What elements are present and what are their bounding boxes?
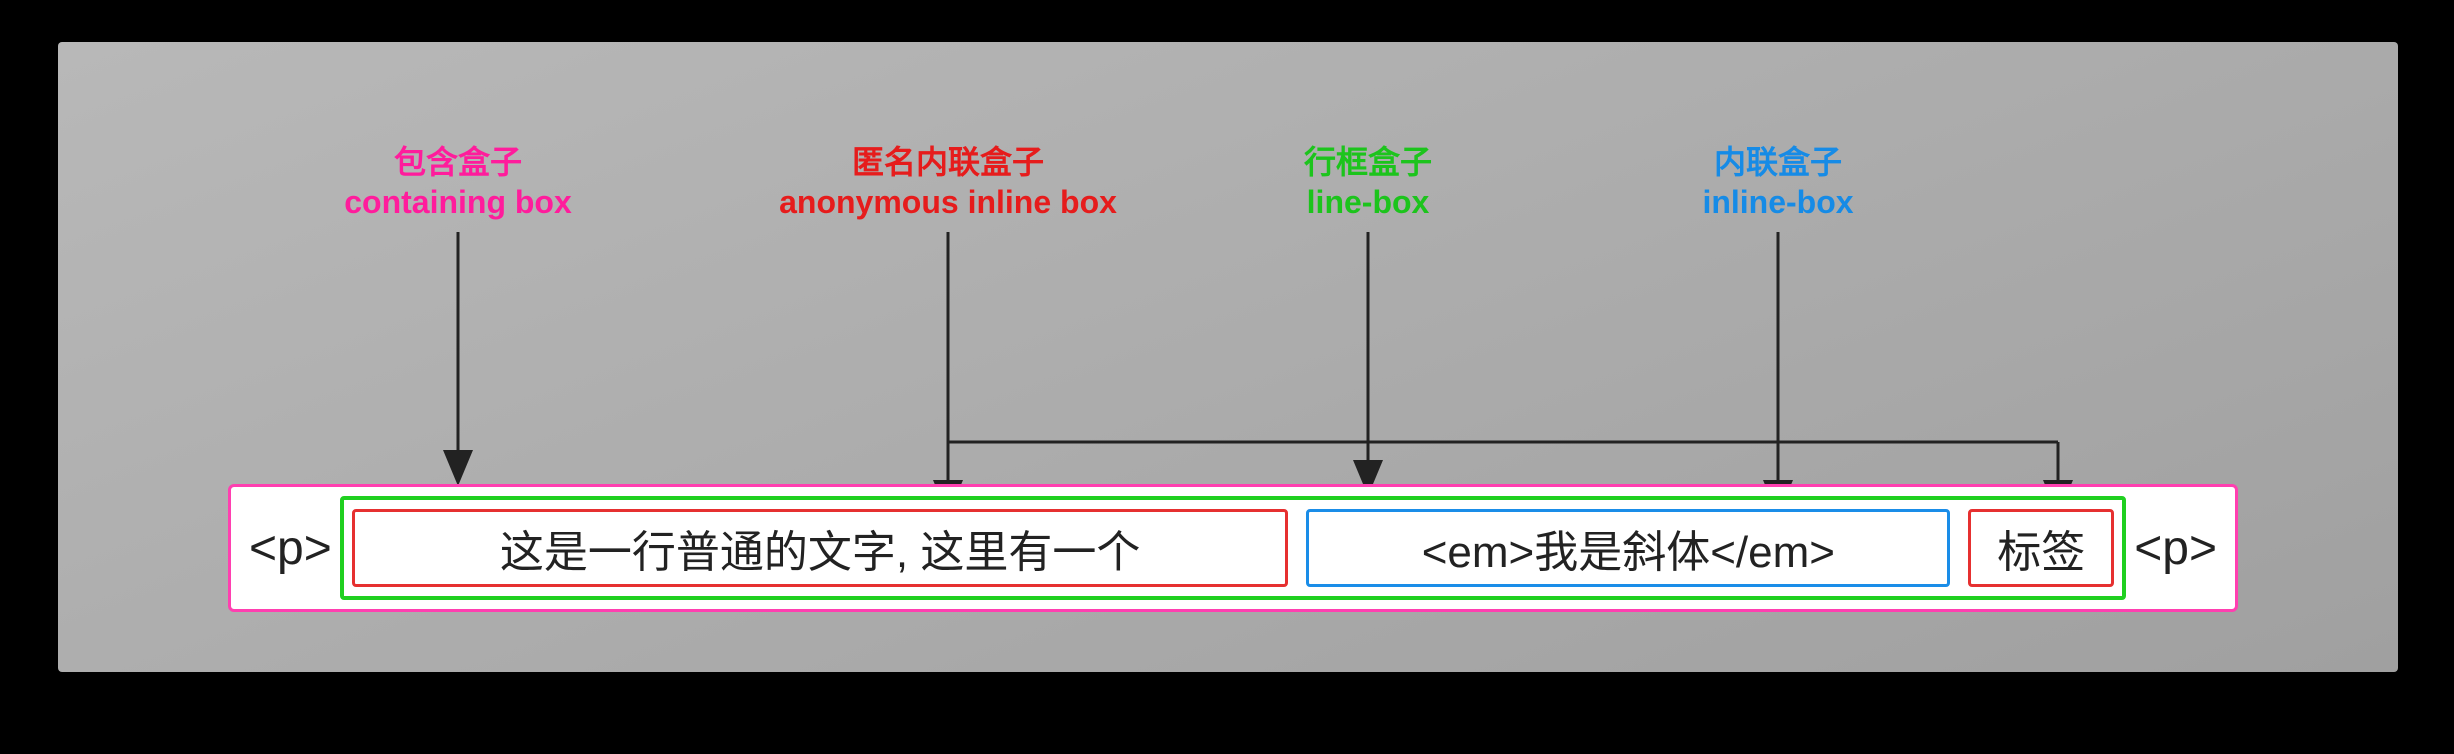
- label-inlinebox-en: inline-box: [1702, 182, 1853, 222]
- label-inlinebox-cn: 内联盒子: [1702, 142, 1853, 182]
- label-linebox-cn: 行框盒子: [1304, 142, 1432, 182]
- diagram-canvas: 包含盒子 containing box 匿名内联盒子 anonymous inl…: [58, 42, 2398, 672]
- label-anonymous-cn: 匿名内联盒子: [779, 142, 1117, 182]
- p-open-tag: <p>: [241, 521, 340, 576]
- label-inlinebox: 内联盒子 inline-box: [1702, 142, 1853, 222]
- label-linebox: 行框盒子 line-box: [1304, 142, 1432, 222]
- anonymous-inline-box-1: 这是一行普通的文字, 这里有一个: [352, 509, 1289, 587]
- containing-box: <p> 这是一行普通的文字, 这里有一个 <em>我是斜体</em> 标签 <p…: [228, 484, 2238, 612]
- inline-box: <em>我是斜体</em>: [1306, 509, 1950, 587]
- p-close-tag: <p>: [2126, 521, 2225, 576]
- box-illustration: <p> 这是一行普通的文字, 这里有一个 <em>我是斜体</em> 标签 <p…: [228, 484, 2238, 612]
- label-containing-box: 包含盒子 containing box: [344, 142, 572, 222]
- label-anonymous-en: anonymous inline box: [779, 182, 1117, 222]
- label-anonymous-box: 匿名内联盒子 anonymous inline box: [779, 142, 1117, 222]
- label-containing-en: containing box: [344, 182, 572, 222]
- anonymous-inline-box-2: 标签: [1968, 509, 2114, 587]
- line-box: 这是一行普通的文字, 这里有一个 <em>我是斜体</em> 标签: [340, 496, 2126, 600]
- label-containing-cn: 包含盒子: [344, 142, 572, 182]
- label-linebox-en: line-box: [1304, 182, 1432, 222]
